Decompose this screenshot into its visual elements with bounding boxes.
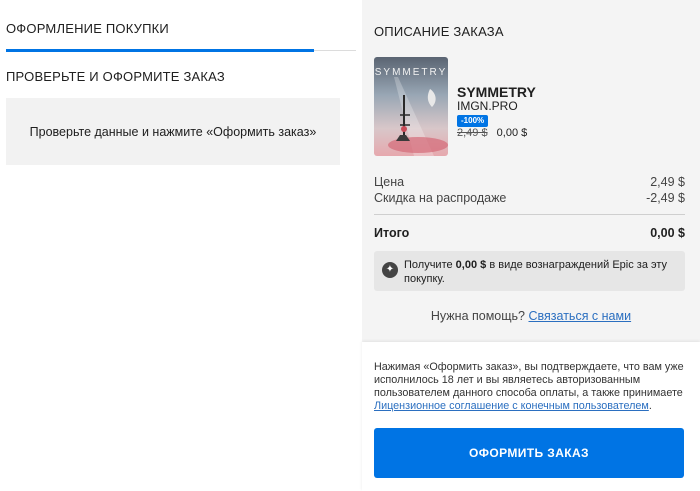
total-row: Итого 0,00 $ [374, 226, 685, 240]
reward-prefix: Получите [404, 259, 456, 271]
total-label: Итого [374, 226, 410, 240]
epic-rewards-box: ✦ Получите 0,00 $ в виде вознаграждений … [374, 251, 685, 291]
sale-discount-label: Скидка на распродаже [374, 191, 507, 205]
epic-rewards-icon: ✦ [382, 262, 398, 278]
product-cover-image: SYMMETRY [374, 57, 448, 156]
product-publisher: IMGN.PRO [457, 99, 518, 113]
epic-rewards-text: Получите 0,00 $ в виде вознаграждений Ep… [404, 258, 674, 286]
place-order-button[interactable]: ОФОРМИТЬ ЗАКАЗ [374, 428, 684, 478]
review-title: ПРОВЕРЬТЕ И ОФОРМИТЕ ЗАКАЗ [6, 69, 225, 84]
review-message: Проверьте данные и нажмите «Оформить зак… [29, 124, 317, 139]
old-price: 2,49 $ [457, 127, 488, 139]
contact-us-link[interactable]: Связаться с нами [529, 309, 632, 323]
summary-divider [374, 214, 685, 215]
summary-title: ОПИСАНИЕ ЗАКАЗА [374, 24, 504, 39]
discount-badge: -100% [457, 115, 489, 127]
legal-text-end: . [648, 400, 652, 412]
reward-amount: 0,00 $ [455, 259, 487, 271]
help-text: Нужна помощь? [430, 309, 526, 323]
new-price: 0,00 $ [496, 127, 528, 139]
checkout-panel: ОФОРМЛЕНИЕ ПОКУПКИ ПРОВЕРЬТЕ И ОФОРМИТЕ … [0, 0, 362, 491]
eula-link[interactable]: Лицензионное соглашение с конечным польз… [374, 400, 649, 412]
product-name: SYMMETRY [457, 84, 536, 100]
total-value: 0,00 $ [650, 226, 685, 240]
checkout-header: ОФОРМЛЕНИЕ ПОКУПКИ [6, 21, 169, 36]
price-value: 2,49 $ [650, 175, 685, 189]
order-summary-panel: ОПИСАНИЕ ЗАКАЗА SYMMETRY SYMMETRY IMGN.P… [362, 0, 700, 491]
product-price-line: 2,49 $ 0,00 $ [457, 127, 527, 139]
review-message-box: Проверьте данные и нажмите «Оформить зак… [6, 98, 340, 165]
price-label: Цена [374, 175, 405, 189]
sale-discount-row: Скидка на распродаже -2,49 $ [374, 191, 685, 205]
price-row: Цена 2,49 $ [374, 175, 685, 189]
help-line: Нужна помощь? Связаться с нами [362, 309, 700, 323]
checkout-progress-bar [6, 49, 314, 52]
legal-text-body: Нажимая «Оформить заказ», вы подтверждае… [374, 361, 684, 399]
legal-text: Нажимая «Оформить заказ», вы подтверждае… [374, 361, 686, 413]
sale-discount-value: -2,49 $ [646, 191, 685, 205]
cover-art [388, 77, 448, 156]
